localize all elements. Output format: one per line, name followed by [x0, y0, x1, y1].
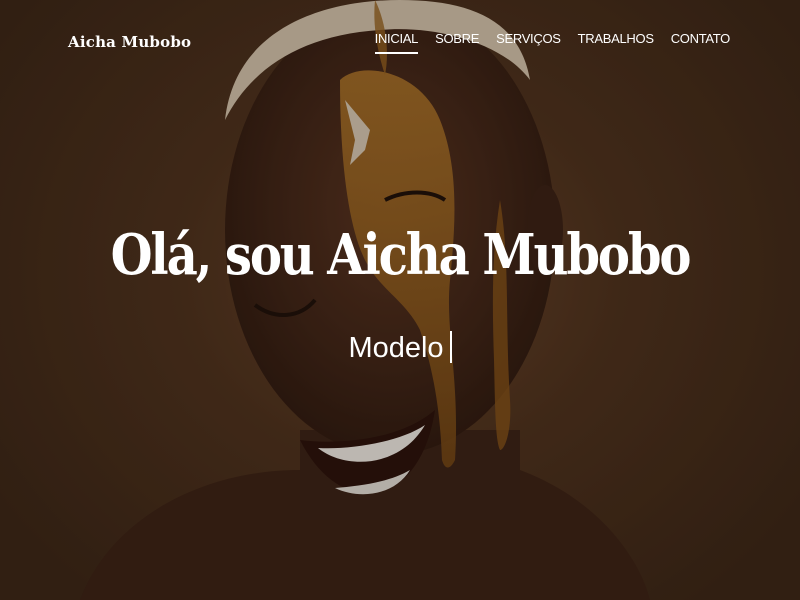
typing-cursor	[449, 331, 452, 363]
nav-item-contato[interactable]: CONTATO	[671, 31, 731, 54]
nav-item-servicos[interactable]: SERVIÇOS	[496, 31, 561, 54]
site-logo[interactable]: Aicha Mubobo	[68, 33, 191, 51]
main-navigation: INICIAL SOBRE SERVIÇOS TRABALHOS CONTATO	[374, 31, 731, 54]
hero-title: Olá, sou Aicha Mubobo	[110, 222, 692, 288]
nav-item-trabalhos[interactable]: TRABALHOS	[578, 31, 654, 54]
hero-section: Aicha Mubobo INICIAL SOBRE SERVIÇOS TRAB…	[0, 0, 800, 600]
nav-item-inicial[interactable]: INICIAL	[374, 31, 419, 54]
hero-dark-overlay	[0, 0, 800, 600]
hero-subtitle: Modelo	[348, 332, 444, 364]
hero-subtitle-wrapper: Modelo	[0, 328, 800, 368]
nav-item-sobre[interactable]: SOBRE	[435, 31, 479, 54]
